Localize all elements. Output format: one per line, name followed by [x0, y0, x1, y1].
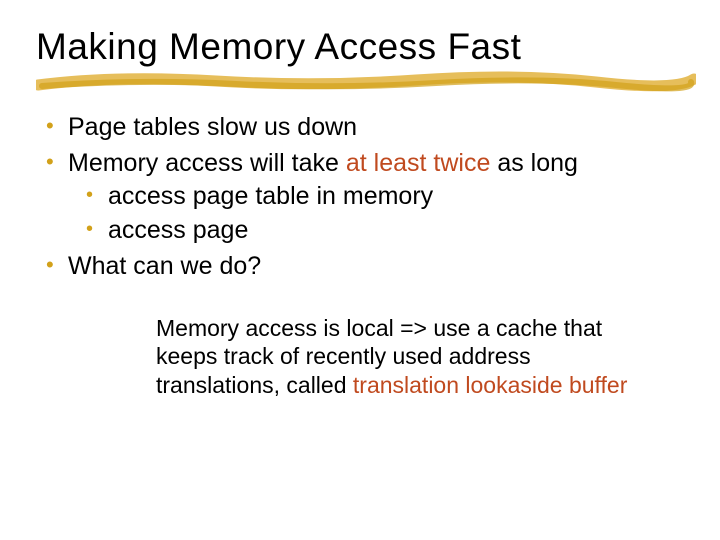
- slide: Making Memory Access Fast Page tables sl…: [0, 0, 720, 540]
- sub-bullet-item: access page table in memory: [82, 180, 684, 214]
- bullet-text: What can we do?: [68, 252, 261, 280]
- note-text-accent: translation lookaside buffer: [353, 372, 627, 398]
- bullet-list: Page tables slow us down Memory access w…: [36, 111, 684, 284]
- sub-bullet-list: access page table in memory access page: [68, 180, 684, 248]
- sub-bullet-text: access page table in memory: [108, 182, 433, 210]
- title-underline: [36, 71, 684, 93]
- sub-bullet-text: access page: [108, 216, 248, 244]
- brush-stroke-icon: [36, 71, 696, 93]
- bullet-text-accent: at least twice: [346, 149, 491, 177]
- bullet-item: Page tables slow us down: [40, 111, 684, 145]
- bullet-text: Page tables slow us down: [68, 113, 357, 141]
- footer-note: Memory access is local => use a cache th…: [156, 314, 636, 400]
- bullet-text-post: as long: [490, 149, 578, 177]
- bullet-item: Memory access will take at least twice a…: [40, 147, 684, 248]
- slide-title: Making Memory Access Fast: [36, 28, 684, 67]
- bullet-item: What can we do?: [40, 250, 684, 284]
- bullet-text-pre: Memory access will take: [68, 149, 346, 177]
- sub-bullet-item: access page: [82, 214, 684, 248]
